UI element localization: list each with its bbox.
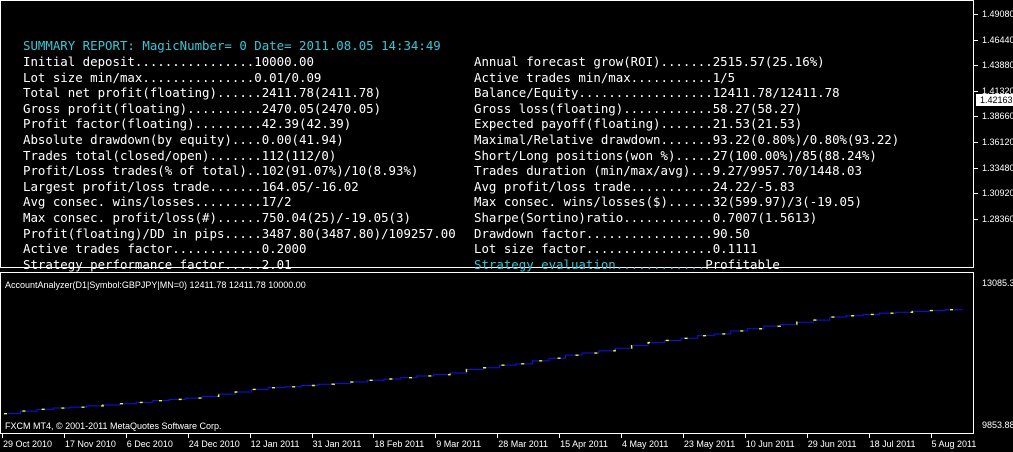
- report-left-line: Lot size min/max...............0.01/0.09: [23, 69, 322, 85]
- report-left-line: Initial deposit................10000.00: [23, 54, 314, 69]
- report-left-column: Initial deposit................10000.00 L…: [23, 54, 456, 272]
- price-tick-mark: [974, 193, 978, 195]
- report-right-line: Max consec. wins/losses($)......32(599.9…: [474, 194, 862, 210]
- price-tick-label: 1.33480: [982, 162, 1013, 173]
- report-left-line: Avg consec. wins/losses.........17/2: [23, 194, 292, 210]
- date-tick: [2, 434, 3, 438]
- date-tick: [63, 434, 65, 438]
- strategy-evaluation-label: Strategy evaluation............: [474, 256, 706, 272]
- strategy-evaluation-value: Profitable: [705, 256, 780, 272]
- report-left-line: Active trades factor............0.2000: [23, 241, 307, 257]
- date-label: 4 May 2011: [622, 439, 669, 449]
- price-tick-mark: [974, 90, 978, 92]
- report-right-line: Lot size factor.................0.1111: [474, 241, 758, 257]
- date-tick: [744, 434, 746, 438]
- price-tick-mark: [974, 218, 978, 220]
- current-price-label: 1.42163: [976, 94, 1013, 106]
- report-right-line: Trades duration (min/max/avg)...9.27/995…: [474, 163, 862, 179]
- report-left-line: Profit/Loss trades(% of total)..102(91.0…: [23, 163, 419, 179]
- price-tick-label: 1.28360: [982, 213, 1013, 224]
- equity-balance-chart: [4, 308, 963, 415]
- date-label: 15 Apr 2011: [560, 439, 608, 449]
- report-left-line: Profit(floating)/DD in pips.....3487.80(…: [23, 225, 456, 241]
- date-label: 17 Nov 2010: [64, 439, 116, 449]
- date-tick: [930, 434, 932, 438]
- date-label: 28 Mar 2011: [498, 439, 549, 449]
- date-tick: [187, 434, 189, 438]
- date-tick: [311, 434, 313, 438]
- date-label: 24 Dec 2010: [188, 439, 240, 449]
- report-left-line: Max consec. profit/loss(#)......750.04(2…: [23, 209, 411, 225]
- date-label: 29 Jun 2011: [807, 439, 857, 449]
- date-tick: [559, 434, 561, 438]
- date-label: 12 Jan 2011: [250, 439, 300, 449]
- report-left-line: Profit factor(floating).........42.39(42…: [23, 116, 352, 132]
- report-left-line: Absolute drawdown(by equity)....0.00(41.…: [23, 131, 344, 147]
- date-tick: [435, 434, 437, 438]
- report-left-line: Largest profit/loss trade.......164.05/-…: [23, 178, 359, 194]
- report-right-line: Gross loss(floating)............58.27(58…: [474, 100, 803, 116]
- date-tick: [497, 434, 499, 438]
- date-tick: [621, 434, 622, 438]
- copyright-text: FXCM MT4, © 2001-2011 MetaQuotes Softwar…: [5, 421, 222, 431]
- report-right-line: Avg profit/loss trade...........24.22/-5…: [474, 178, 795, 194]
- price-tick-label: 1.38660: [982, 111, 1013, 122]
- indicator-axis-min: 9853.88: [982, 420, 1013, 430]
- report-title: SUMMARY REPORT: MagicNumber= 0 Date= 201…: [23, 38, 441, 53]
- balance-line: [4, 309, 963, 415]
- date-label: 6 Dec 2010: [126, 439, 173, 449]
- price-tick-label: 1.36120: [982, 137, 1013, 147]
- date-tick: [868, 434, 870, 438]
- report-right-line: Expected payoff(floating).......21.53(21…: [474, 116, 803, 132]
- report-left-line: Trades total(closed/open).......112(112/…: [23, 147, 337, 163]
- report-right-line: Active trades min/max...........1/5: [474, 69, 736, 85]
- report-right-line: Short/Long positions(won %).....27(100.0…: [474, 147, 877, 163]
- report-left-line: Gross profit(floating)..........2470.05(…: [23, 100, 382, 116]
- price-tick-mark: [974, 142, 978, 143]
- report-left-line: Strategy performance factor.....2.01: [23, 256, 292, 272]
- date-label: 31 Jan 2011: [312, 439, 362, 449]
- date-tick: [806, 434, 808, 438]
- report-left-line: Total net profit(floating)......2411.78(…: [23, 85, 382, 101]
- equity-line: [4, 308, 963, 415]
- date-label: 18 Feb 2011: [374, 439, 425, 449]
- report-right-line: Maximal/Relative drawdown.......93.22(0.…: [474, 131, 900, 147]
- report-right-column: Annual forecast grow(ROI).......2515.57(…: [474, 54, 899, 272]
- report-right-line: Drawdown factor.................90.50: [474, 225, 751, 241]
- report-right-line: Balance/Equity..................12411.78…: [474, 85, 840, 101]
- date-label: 29 Oct 2010: [3, 439, 53, 449]
- price-tick-label: 1.43880: [982, 60, 1013, 71]
- date-label: 5 Aug 2011: [931, 439, 977, 449]
- date-tick: [249, 434, 251, 438]
- price-tick-label: 1.46440: [982, 34, 1013, 45]
- indicator-axis-max: 13085.37: [982, 278, 1013, 288]
- report-right-line: Annual forecast grow(ROI).......2515.57(…: [474, 54, 825, 69]
- price-tick-mark: [974, 116, 978, 118]
- price-tick-mark: [974, 167, 978, 169]
- strategy-evaluation: Strategy evaluation............Profitabl…: [474, 257, 899, 273]
- price-tick-mark: [974, 14, 978, 15]
- date-label: 23 May 2011: [683, 439, 736, 449]
- date-label: 10 Jun 2011: [745, 439, 795, 449]
- date-tick: [125, 434, 127, 438]
- date-label: 9 Mar 2011: [436, 439, 482, 449]
- date-label: 18 Jul 2011: [869, 439, 916, 449]
- price-tick-mark: [974, 39, 978, 41]
- price-tick-label: 1.30920: [982, 188, 1013, 199]
- price-tick-label: 1.49080: [982, 9, 1013, 19]
- report-right-line: Sharpe(Sortino)ratio............0.7007(1…: [474, 209, 818, 225]
- price-tick-mark: [974, 65, 978, 67]
- date-tick: [682, 434, 684, 438]
- date-tick: [373, 434, 375, 438]
